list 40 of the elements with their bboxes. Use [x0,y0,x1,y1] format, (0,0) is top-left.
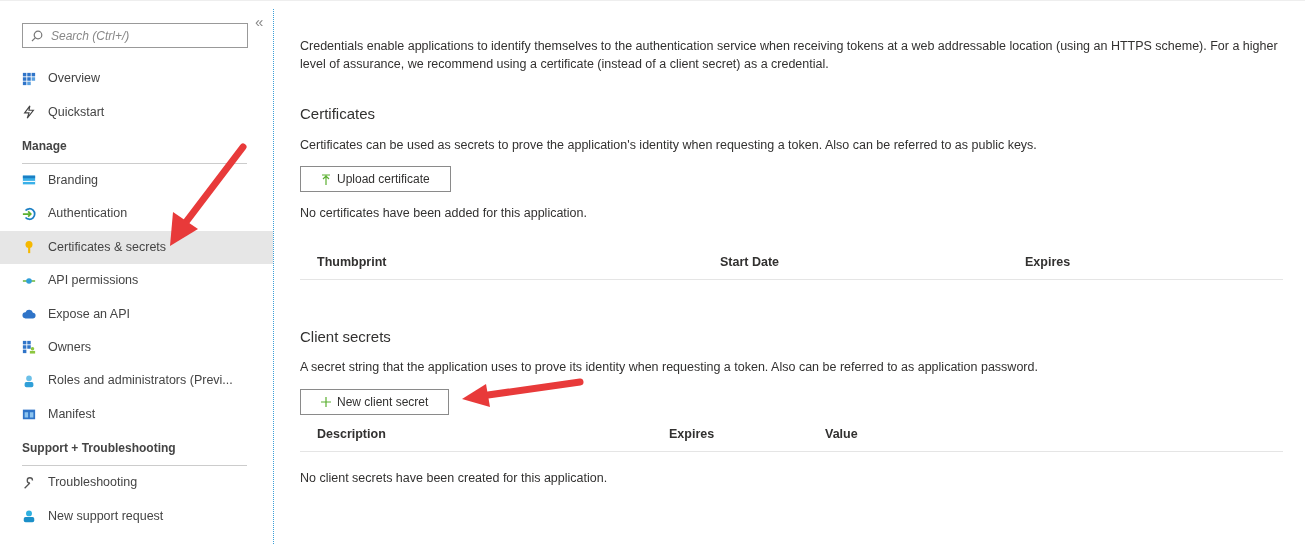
sidebar-item[interactable]: Manifest [0,397,273,431]
table-icon [22,407,36,422]
support-person-icon [22,509,36,523]
sidebar-item[interactable]: API permissions [0,263,273,298]
section-heading: Client secrets [300,326,392,347]
intro-text: Credentials enable applications to identify themselves to the authentication service when receiving tokens at a web addressable location (using an HTTPS scheme). For a higher level of assurance, we recommend using a certificate (instead of a client secret) as a credential. [300,38,1279,73]
plus-icon [321,396,331,408]
section-description: A secret string that the application uses to prove its identity when requesting a token. Also can be referred to as application password. [300,359,1039,377]
sidebar-item[interactable]: Overview [0,62,273,96]
lightning-icon [22,105,36,120]
sidebar-item[interactable]: Troubleshooting [0,465,273,500]
section-description: Certificates can be used as secrets to prove the application's identity when requesting a token. Also can be referred to as public keys. [300,136,1038,154]
column-header: Start Date [720,254,781,271]
sidebar-item[interactable]: Certificates & secrets [0,230,273,264]
empty-message: No certificates have been added for this application. [300,205,588,223]
upload-icon [321,173,331,185]
sidebar-item[interactable]: Authentication [0,197,273,231]
column-header: Expires [669,426,716,443]
column-header: Thumbprint [317,254,388,271]
sign-in-icon [22,206,36,221]
owners-icon [22,340,36,355]
upload-button[interactable]: Upload certificate [300,166,451,193]
sidebar-item[interactable]: New support request [0,499,273,533]
section-heading: Manage [22,136,247,164]
collapse-button[interactable]: « [255,14,264,29]
search-field[interactable]: Search (Ctrl+/) [22,23,248,48]
sidebar-item[interactable]: Branding [0,163,273,198]
sidebar-item[interactable]: Quickstart [0,95,273,129]
column-header: Expires [1025,254,1072,271]
sidebar-item[interactable]: Expose an API [0,297,273,331]
section-heading: Support + Troubleshooting [22,438,247,466]
add-button[interactable]: New client secret [300,389,450,415]
person-icon [22,373,36,388]
column-header: Description [317,426,387,443]
sidebar-item[interactable]: Owners [0,330,273,365]
grid-icon [22,71,36,86]
sidebar-item[interactable]: Roles and administrators (Previ... [0,364,273,398]
empty-message: No client secrets have been created for this application. [300,469,609,487]
column-header: Value [825,426,859,443]
section-heading: Certificates [300,104,377,124]
